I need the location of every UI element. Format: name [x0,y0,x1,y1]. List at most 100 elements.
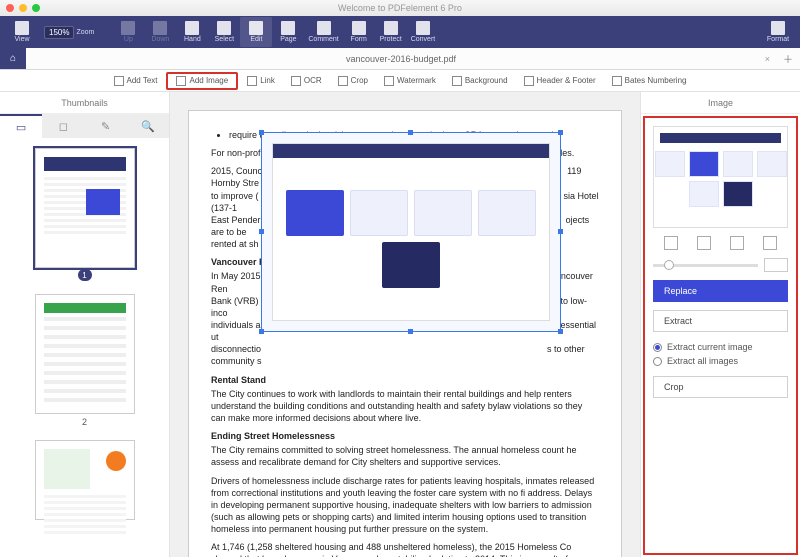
edit-icon [249,21,263,35]
radio-icon [653,343,662,352]
view-icon [15,21,29,35]
window-title: Welcome to PDFelement 6 Pro [338,3,462,13]
add-image-button[interactable]: Add Image [166,72,238,90]
opacity-slider[interactable] [653,264,758,267]
edit-toolbar: Add Text Add Image Link OCR Crop Waterma… [0,70,800,92]
watermark-button[interactable]: Watermark [377,72,443,90]
hand-button[interactable]: Hand [176,17,208,47]
image-preview [653,126,788,228]
crop-icon [338,76,348,86]
arrow-down-icon [153,21,167,35]
flip-v-icon[interactable] [763,236,777,250]
link-button[interactable]: Link [240,72,282,90]
crop-button[interactable]: Crop [331,72,375,90]
comment-icon [317,21,331,35]
image-panel-body: Replace Extract Extract current image Ex… [645,118,796,553]
transform-icons [653,236,788,250]
thumbnails-tab[interactable]: ▭ [0,114,42,138]
down-button[interactable]: Down [144,17,176,47]
extract-all-radio[interactable]: Extract all images [653,356,788,366]
document-tab[interactable]: vancouver-2016-budget.pdf × [26,48,776,69]
minimize-icon[interactable] [19,4,27,12]
bates-button[interactable]: Bates Numbering [605,72,694,90]
crop-image-button[interactable]: Crop [653,376,788,398]
flip-h-icon[interactable] [730,236,744,250]
background-icon [452,76,462,86]
header-footer-button[interactable]: Header & Footer [517,72,603,90]
thumbnails-panel: Thumbnails ▭ ◻ ✎ 🔍 1 2 [0,92,170,557]
selected-image[interactable] [261,132,561,332]
slider-knob[interactable] [664,260,674,270]
text-icon [114,76,124,86]
form-button[interactable]: Form [343,17,375,47]
protect-button[interactable]: Protect [375,17,407,47]
resize-handle[interactable] [259,130,264,135]
resize-handle[interactable] [558,130,563,135]
thumbnail-list: 1 2 [0,138,169,557]
zoom-control[interactable]: 150% Zoom [44,26,94,39]
link-icon [247,76,257,86]
rotate-left-icon[interactable] [664,236,678,250]
opacity-value[interactable] [764,258,788,272]
new-tab-button[interactable]: ＋ [776,48,800,69]
extract-current-radio[interactable]: Extract current image [653,342,788,352]
annotations-tab[interactable]: ✎ [85,114,127,138]
resize-handle[interactable] [558,229,563,234]
view-button[interactable]: View [6,17,38,47]
close-tab-icon[interactable]: × [765,54,770,64]
format-icon [771,21,785,35]
search-tab[interactable]: 🔍 [127,114,169,138]
thumbnail-page-1[interactable]: 1 [35,148,135,268]
comment-button[interactable]: Comment [304,17,342,47]
watermark-icon [384,76,394,86]
image-preview-content [272,143,550,321]
maximize-icon[interactable] [32,4,40,12]
replace-button[interactable]: Replace [653,280,788,302]
ocr-icon [291,76,301,86]
add-text-button[interactable]: Add Text [107,72,165,90]
opacity-slider-row [653,258,788,272]
shield-icon [384,21,398,35]
convert-icon [416,21,430,35]
hand-icon [185,21,199,35]
resize-handle[interactable] [408,130,413,135]
resize-handle[interactable] [408,329,413,334]
format-button[interactable]: Format [762,17,794,47]
bates-icon [612,76,622,86]
image-icon [176,76,186,86]
background-button[interactable]: Background [445,72,515,90]
image-panel-title: Image [641,92,800,114]
pages-icon: ▭ [16,121,26,134]
page-button[interactable]: Page [272,17,304,47]
page-icon [281,21,295,35]
resize-handle[interactable] [558,329,563,334]
bookmark-icon: ◻ [59,120,68,133]
home-tab[interactable]: ⌂ [0,48,26,69]
document-viewport[interactable]: require that all repairs involving tenan… [170,92,640,557]
main-area: Thumbnails ▭ ◻ ✎ 🔍 1 2 require that [0,92,800,557]
up-button[interactable]: Up [112,17,144,47]
thumbnail-page-3[interactable] [35,440,135,520]
edit-button[interactable]: Edit [240,17,272,47]
convert-button[interactable]: Convert [407,17,440,47]
radio-icon [653,357,662,366]
header-footer-icon [524,76,534,86]
select-button[interactable]: Select [208,17,240,47]
extract-button[interactable]: Extract [653,310,788,332]
extract-options: Extract current image Extract all images [653,340,788,368]
home-icon: ⌂ [10,53,16,64]
close-icon[interactable] [6,4,14,12]
thumbnails-title: Thumbnails [0,92,169,114]
resize-handle[interactable] [259,329,264,334]
ocr-button[interactable]: OCR [284,72,329,90]
form-icon [352,21,366,35]
zoom-value[interactable]: 150% [44,26,74,39]
search-icon: 🔍 [141,120,155,133]
note-icon: ✎ [101,120,110,133]
rotate-right-icon[interactable] [697,236,711,250]
resize-handle[interactable] [259,229,264,234]
window-controls [6,4,40,12]
image-panel: Image Replace Extract E [640,92,800,557]
bookmarks-tab[interactable]: ◻ [42,114,84,138]
thumbnail-page-2[interactable]: 2 [35,294,135,414]
